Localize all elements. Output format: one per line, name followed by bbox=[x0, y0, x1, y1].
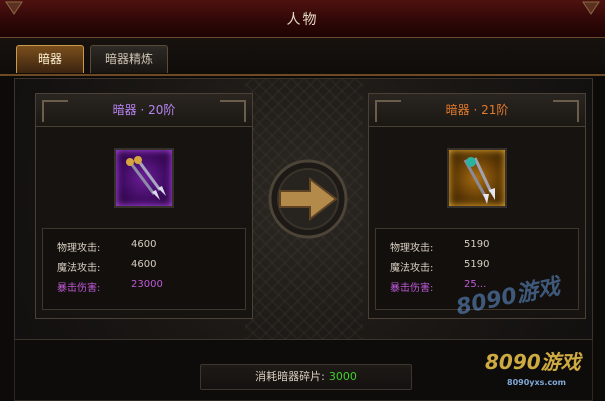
next-weapon-title: 暗器 · 21阶 bbox=[445, 103, 509, 117]
header-ornament-icon bbox=[220, 100, 246, 122]
stat-value: 4600 bbox=[131, 239, 157, 250]
stat-row: 物理攻击: 5190 bbox=[390, 239, 570, 254]
tab-hidden-weapon-refine[interactable]: 暗器精炼 bbox=[90, 45, 168, 73]
upgrade-area: 暗器 · 20阶 物理攻击: 4600 魔法攻击: 4600 暴击伤害: 230… bbox=[14, 78, 593, 340]
gold-dart-weapon-icon[interactable] bbox=[447, 148, 507, 208]
stat-label: 魔法攻击: bbox=[57, 263, 101, 274]
tab-bar: 暗器 暗器精炼 bbox=[0, 38, 605, 76]
current-weapon-title: 暗器 · 20阶 bbox=[112, 103, 176, 117]
purple-dart-weapon-icon[interactable] bbox=[114, 148, 174, 208]
current-stats: 物理攻击: 4600 魔法攻击: 4600 暴击伤害: 23000 bbox=[42, 228, 246, 310]
upgrade-arrow-icon bbox=[268, 159, 348, 239]
header-ornament-icon bbox=[375, 100, 401, 122]
watermark-number: 8090 bbox=[485, 350, 541, 374]
stat-label: 物理攻击: bbox=[57, 243, 101, 254]
stat-row: 魔法攻击: 4600 bbox=[57, 259, 237, 274]
current-weapon-panel: 暗器 · 20阶 物理攻击: 4600 魔法攻击: 4600 暴击伤害: 230… bbox=[35, 93, 253, 319]
header-ornament-icon bbox=[42, 100, 68, 122]
cost-label: 消耗暗器碎片: bbox=[255, 370, 325, 383]
stat-row-crit: 暴击伤害: 23000 bbox=[57, 279, 237, 294]
stat-label: 物理攻击: bbox=[390, 243, 434, 254]
watermark-logo-corner: 8090游戏 bbox=[485, 346, 581, 375]
window-title-bar: 人物 bbox=[0, 0, 605, 38]
cost-value: 3000 bbox=[328, 370, 357, 383]
cost-footer: 消耗暗器碎片: 3000 8090游戏 8090yxs.com bbox=[14, 340, 593, 401]
stat-value: 23000 bbox=[131, 279, 163, 290]
tab-hidden-weapon[interactable]: 暗器 bbox=[16, 45, 84, 73]
cost-bar: 消耗暗器碎片: 3000 bbox=[200, 364, 412, 390]
watermark-url: 8090yxs.com bbox=[507, 378, 567, 387]
window-title: 人物 bbox=[286, 12, 319, 28]
stat-label: 暴击伤害: bbox=[390, 283, 434, 294]
stat-row: 物理攻击: 4600 bbox=[57, 239, 237, 254]
stat-label: 魔法攻击: bbox=[390, 263, 434, 274]
stat-label: 暴击伤害: bbox=[57, 283, 101, 294]
corner-ornament-icon bbox=[582, 1, 600, 15]
watermark-brand: 游戏 bbox=[540, 350, 581, 374]
stat-value: 5190 bbox=[464, 259, 490, 270]
current-panel-header: 暗器 · 20阶 bbox=[36, 94, 252, 127]
next-panel-header: 暗器 · 21阶 bbox=[369, 94, 585, 127]
stat-value: 5190 bbox=[464, 239, 490, 250]
header-ornament-icon bbox=[553, 100, 579, 122]
stat-value: 4600 bbox=[131, 259, 157, 270]
